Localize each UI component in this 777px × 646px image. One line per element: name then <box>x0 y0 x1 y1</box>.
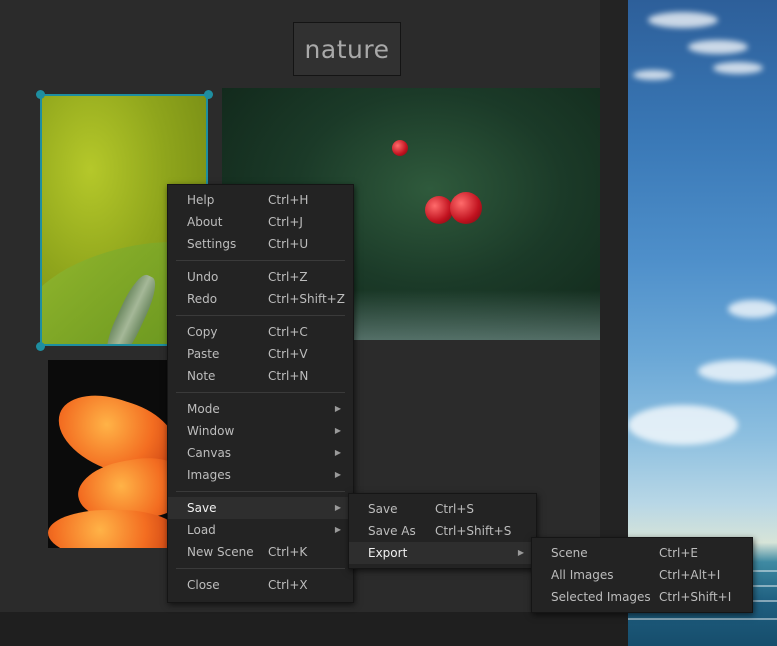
menu-item-shortcut: Ctrl+Alt+I <box>659 568 721 582</box>
save-submenu: Save Ctrl+S Save As Ctrl+Shift+S Export ▶ <box>348 493 537 569</box>
menu-item-shortcut: Ctrl+X <box>268 578 308 592</box>
menu-item-load[interactable]: Load ▶ <box>168 519 353 541</box>
menu-item-export-selected-images[interactable]: Selected Images Ctrl+Shift+I <box>532 586 752 608</box>
menu-item-settings[interactable]: Settings Ctrl+U <box>168 233 353 255</box>
menu-item-shortcut: Ctrl+K <box>268 545 308 559</box>
menu-item-label: Canvas <box>187 446 232 460</box>
menu-item-label: Paste <box>187 347 220 361</box>
chevron-right-icon: ▶ <box>334 448 341 457</box>
menu-item-label: Images <box>187 468 231 482</box>
menu-item-window[interactable]: Window ▶ <box>168 420 353 442</box>
chevron-right-icon: ▶ <box>517 548 524 557</box>
menu-item-shortcut: Ctrl+H <box>268 193 309 207</box>
menu-item-label: Export <box>368 546 408 560</box>
menu-item-shortcut: Ctrl+J <box>268 215 303 229</box>
menu-item-label: About <box>187 215 223 229</box>
resize-handle-top-left[interactable] <box>36 90 45 99</box>
resize-handle-bottom-left[interactable] <box>36 342 45 351</box>
menu-item-shortcut: Ctrl+V <box>268 347 308 361</box>
menu-item-label: Copy <box>187 325 218 339</box>
menu-item-label: New Scene <box>187 545 254 559</box>
menu-item-about[interactable]: About Ctrl+J <box>168 211 353 233</box>
menu-item-label: Settings <box>187 237 237 251</box>
menu-item-save-as[interactable]: Save As Ctrl+Shift+S <box>349 520 536 542</box>
menu-item-export[interactable]: Export ▶ <box>349 542 536 564</box>
chevron-right-icon: ▶ <box>334 404 341 413</box>
menu-item-label: Help <box>187 193 215 207</box>
chevron-right-icon: ▶ <box>334 503 341 512</box>
menu-item-copy[interactable]: Copy Ctrl+C <box>168 321 353 343</box>
menu-item-close[interactable]: Close Ctrl+X <box>168 574 353 596</box>
menu-item-label: Save <box>368 502 398 516</box>
menu-item-paste[interactable]: Paste Ctrl+V <box>168 343 353 365</box>
menu-item-undo[interactable]: Undo Ctrl+Z <box>168 266 353 288</box>
menu-item-label: Selected Images <box>551 590 651 604</box>
menu-item-canvas[interactable]: Canvas ▶ <box>168 442 353 464</box>
menu-item-help[interactable]: Help Ctrl+H <box>168 189 353 211</box>
menu-separator <box>176 315 345 316</box>
menu-item-label: Close <box>187 578 220 592</box>
menu-item-label: Save As <box>368 524 416 538</box>
menu-item-shortcut: Ctrl+U <box>268 237 309 251</box>
menu-item-export-all-images[interactable]: All Images Ctrl+Alt+I <box>532 564 752 586</box>
menu-item-label: Redo <box>187 292 218 306</box>
menu-item-shortcut: Ctrl+N <box>268 369 309 383</box>
menu-item-label: Undo <box>187 270 219 284</box>
menu-item-shortcut: Ctrl+S <box>435 502 475 516</box>
menu-separator <box>176 568 345 569</box>
menu-separator <box>176 260 345 261</box>
menu-item-shortcut: Ctrl+Shift+I <box>659 590 732 604</box>
menu-item-label: Mode <box>187 402 220 416</box>
context-menu: Help Ctrl+H About Ctrl+J Settings Ctrl+U Un… <box>167 184 354 603</box>
export-submenu: Scene Ctrl+E All Images Ctrl+Alt+I Selecte… <box>531 537 753 613</box>
menu-item-images[interactable]: Images ▶ <box>168 464 353 486</box>
menu-item-shortcut: Ctrl+Shift+S <box>435 524 512 538</box>
menu-item-label: Load <box>187 523 216 537</box>
chevron-right-icon: ▶ <box>334 525 341 534</box>
menu-item-save-scene[interactable]: Save Ctrl+S <box>349 498 536 520</box>
menu-item-shortcut: Ctrl+E <box>659 546 698 560</box>
chevron-right-icon: ▶ <box>334 470 341 479</box>
menu-item-mode[interactable]: Mode ▶ <box>168 398 353 420</box>
menu-item-save[interactable]: Save ▶ <box>168 497 353 519</box>
bottom-bar <box>0 612 628 646</box>
menu-item-shortcut: Ctrl+Z <box>268 270 308 284</box>
menu-item-note[interactable]: Note Ctrl+N <box>168 365 353 387</box>
menu-separator <box>176 392 345 393</box>
menu-item-new-scene[interactable]: New Scene Ctrl+K <box>168 541 353 563</box>
menu-item-redo[interactable]: Redo Ctrl+Shift+Z <box>168 288 353 310</box>
menu-item-shortcut: Ctrl+Shift+Z <box>268 292 345 306</box>
menu-item-label: All Images <box>551 568 614 582</box>
menu-item-label: Note <box>187 369 216 383</box>
resize-handle-top-right[interactable] <box>204 90 213 99</box>
flower-photo[interactable] <box>48 360 168 548</box>
menu-item-export-scene[interactable]: Scene Ctrl+E <box>532 542 752 564</box>
menu-item-label: Scene <box>551 546 588 560</box>
menu-item-shortcut: Ctrl+C <box>268 325 308 339</box>
menu-separator <box>176 491 345 492</box>
menu-item-label: Window <box>187 424 235 438</box>
scene-title[interactable]: nature <box>293 22 401 76</box>
menu-item-label: Save <box>187 501 217 515</box>
chevron-right-icon: ▶ <box>334 426 341 435</box>
